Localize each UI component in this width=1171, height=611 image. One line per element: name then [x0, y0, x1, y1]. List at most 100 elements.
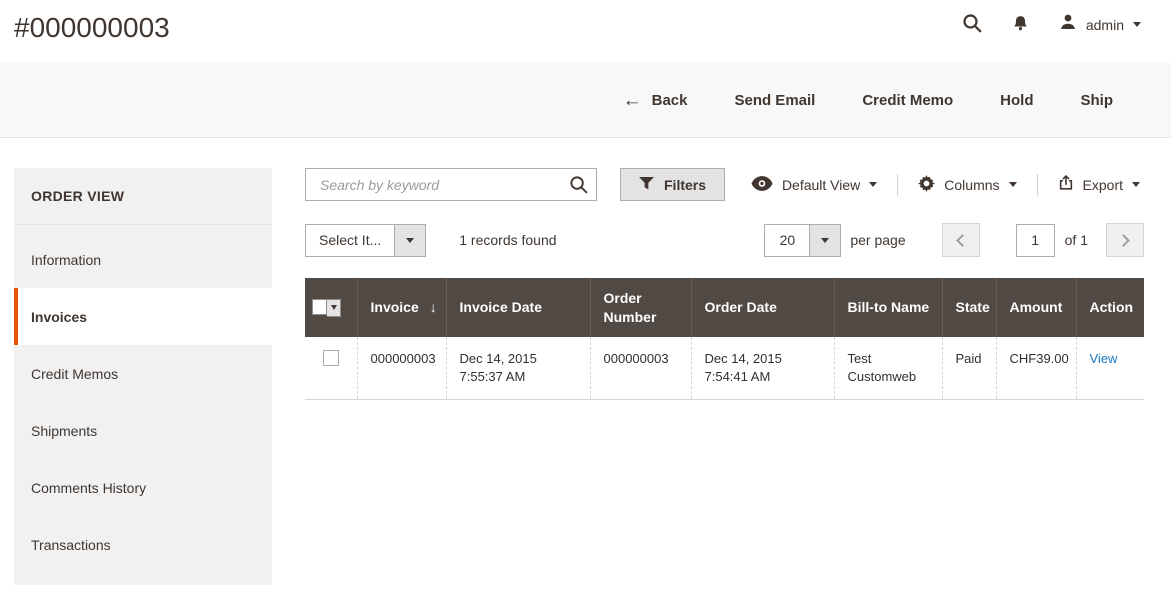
sidebar-item-label: Invoices: [31, 309, 87, 325]
send-email-button[interactable]: Send Email: [734, 92, 815, 109]
column-header-state[interactable]: State: [942, 278, 996, 337]
select-all-checkbox[interactable]: [312, 299, 327, 315]
pagination: 20 per page of 1: [764, 223, 1144, 257]
grid-toolbar: Filters Default View Columns: [305, 168, 1144, 201]
order-view-sidebar: ORDER VIEW Information Invoices Credit M…: [14, 168, 272, 585]
table-row: 000000003 Dec 14, 2015 7:55:37 AM 000000…: [305, 337, 1144, 400]
search-submit-button[interactable]: [569, 175, 588, 197]
admin-user-menu[interactable]: admin: [1059, 13, 1141, 36]
export-label: Export: [1083, 177, 1123, 193]
ship-button[interactable]: Ship: [1081, 92, 1114, 109]
select-all-control[interactable]: [312, 299, 347, 317]
column-header-order-number[interactable]: Order Number: [590, 278, 691, 337]
hold-button[interactable]: Hold: [1000, 92, 1033, 109]
select-all-header: [305, 278, 357, 337]
previous-page-button[interactable]: [942, 223, 980, 257]
invoices-grid: Filters Default View Columns: [305, 168, 1144, 400]
per-page-dropdown[interactable]: 20: [764, 224, 841, 257]
sidebar-item-label: Shipments: [31, 423, 97, 439]
column-header-order-date[interactable]: Order Date: [691, 278, 834, 337]
sidebar-item-credit-memos[interactable]: Credit Memos: [14, 345, 272, 402]
sidebar-item-transactions[interactable]: Transactions: [14, 516, 272, 573]
filters-button[interactable]: Filters: [620, 168, 725, 201]
order-action-bar: ← Back Send Email Credit Memo Hold Ship: [0, 63, 1171, 138]
column-label: Amount: [1010, 299, 1063, 315]
view-selector-label: Default View: [782, 177, 860, 193]
hold-label: Hold: [1000, 92, 1033, 109]
keyword-search: [305, 168, 597, 201]
chevron-down-icon: [331, 305, 337, 310]
column-header-bill-to-name[interactable]: Bill-to Name: [834, 278, 942, 337]
sidebar-item-invoices[interactable]: Invoices: [14, 288, 272, 345]
state-cell: Paid: [942, 337, 996, 400]
sidebar-title: ORDER VIEW: [14, 168, 272, 225]
sidebar-item-information[interactable]: Information: [14, 231, 272, 288]
column-label: Invoice Date: [460, 299, 542, 315]
column-label: Invoice: [371, 299, 419, 315]
chevron-down-icon: [1132, 182, 1140, 187]
column-header-invoice[interactable]: Invoice ↓: [357, 278, 446, 337]
current-page-input[interactable]: [1016, 224, 1055, 257]
search-and-filters: Filters: [305, 168, 725, 201]
sidebar-item-comments-history[interactable]: Comments History: [14, 459, 272, 516]
global-search-button[interactable]: [962, 13, 982, 36]
header-actions: admin: [962, 13, 1141, 36]
grid-view-controls: Default View Columns Export: [751, 174, 1144, 196]
eye-icon: [751, 176, 773, 194]
view-link[interactable]: View: [1090, 351, 1118, 366]
sidebar-item-label: Comments History: [31, 480, 146, 496]
action-cell: View: [1076, 337, 1144, 400]
sidebar-item-label: Transactions: [31, 537, 111, 553]
ship-label: Ship: [1081, 92, 1114, 109]
invoice-cell: 000000003: [357, 337, 446, 400]
notifications-button[interactable]: [1012, 15, 1029, 35]
column-label: State: [956, 299, 990, 315]
sidebar-item-shipments[interactable]: Shipments: [14, 402, 272, 459]
column-label: Bill-to Name: [848, 299, 930, 315]
chevron-down-icon: [1009, 182, 1017, 187]
chevron-right-icon: [1117, 234, 1130, 247]
records-found-text: 1 records found: [459, 232, 556, 248]
sidebar-nav: Information Invoices Credit Memos Shipme…: [14, 231, 272, 573]
grid-controls-row: Select It... 1 records found 20 per page: [305, 223, 1144, 257]
chevron-down-icon: [869, 182, 877, 187]
export-icon: [1058, 175, 1074, 194]
per-page-value: 20: [764, 224, 810, 257]
row-checkbox[interactable]: [323, 350, 339, 366]
order-number-cell: 000000003: [590, 337, 691, 400]
view-selector[interactable]: Default View: [751, 174, 897, 196]
amount-cell: CHF39.00: [996, 337, 1076, 400]
sidebar-item-label: Information: [31, 252, 101, 268]
column-label: Order Date: [705, 299, 777, 315]
column-header-amount[interactable]: Amount: [996, 278, 1076, 337]
column-header-invoice-date[interactable]: Invoice Date: [446, 278, 590, 337]
gear-icon: [918, 175, 935, 195]
mass-action-caret[interactable]: [395, 224, 426, 257]
credit-memo-button[interactable]: Credit Memo: [862, 92, 953, 109]
columns-label: Columns: [944, 177, 999, 193]
row-select-cell: [305, 337, 357, 400]
filters-label: Filters: [664, 177, 706, 193]
select-all-caret[interactable]: [327, 299, 341, 317]
bill-to-line2: Customweb: [848, 368, 929, 386]
mass-action-dropdown[interactable]: Select It...: [305, 224, 426, 257]
search-input[interactable]: [305, 168, 597, 201]
filter-funnel-icon: [639, 177, 654, 193]
chevron-down-icon: [821, 238, 829, 243]
order-date-cell: Dec 14, 2015 7:54:41 AM: [691, 337, 834, 400]
per-page-caret[interactable]: [810, 224, 841, 257]
user-icon: [1059, 13, 1077, 36]
bell-icon: [1012, 15, 1029, 35]
columns-selector[interactable]: Columns: [897, 174, 1036, 196]
sort-desc-icon: ↓: [430, 299, 437, 315]
invoice-date-line2: 7:55:37 AM: [460, 368, 577, 386]
order-date-line2: 7:54:41 AM: [705, 368, 821, 386]
per-page-label: per page: [850, 232, 905, 248]
column-header-action[interactable]: Action: [1076, 278, 1144, 337]
chevron-left-icon: [956, 234, 969, 247]
page-title: #000000003: [14, 12, 170, 44]
export-control[interactable]: Export: [1037, 174, 1144, 196]
back-button[interactable]: ← Back: [623, 91, 688, 110]
bill-to-line1: Test: [848, 350, 929, 368]
next-page-button[interactable]: [1106, 223, 1144, 257]
